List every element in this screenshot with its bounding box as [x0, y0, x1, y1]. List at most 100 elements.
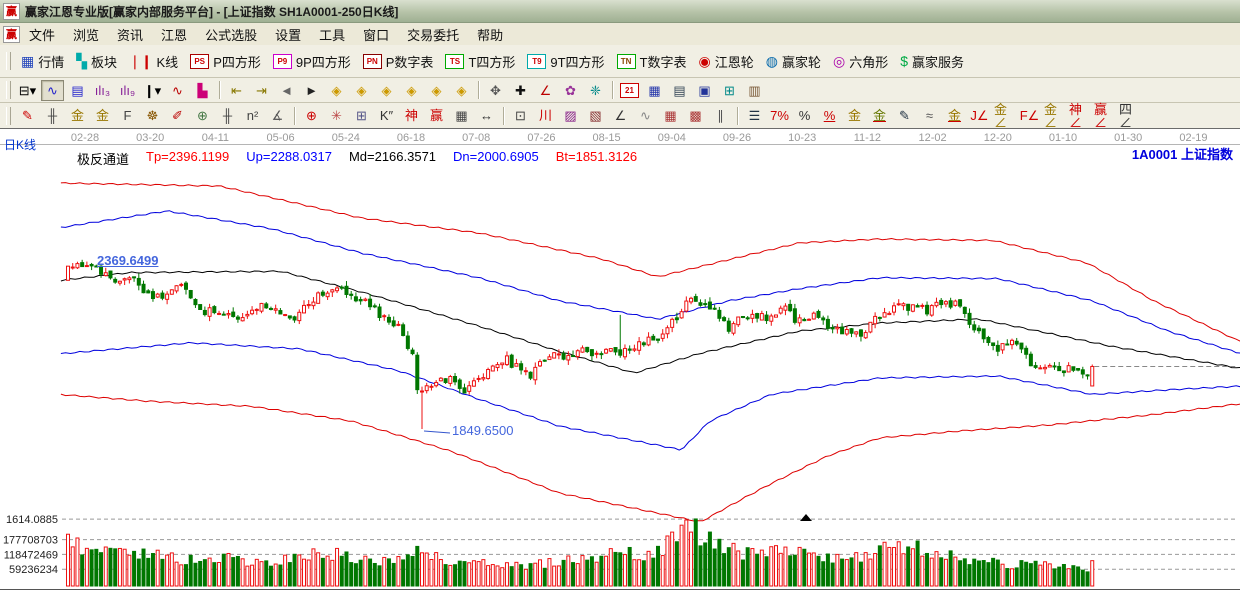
page-back-icon[interactable]: ◄ — [275, 80, 298, 101]
shen-grid-icon[interactable]: 神 — [400, 105, 423, 126]
title-bar[interactable]: 赢 赢家江恩专业版[赢家内部服务平台] - [上证指数 SH1A0001-250… — [0, 0, 1240, 23]
menu-news[interactable]: 资讯 — [108, 26, 152, 45]
grid-ruler-icon[interactable]: ╫ — [41, 105, 64, 126]
grid-123-icon[interactable]: ▦ — [450, 105, 473, 126]
toolbar-quotes[interactable]: ▦ 行情 — [15, 49, 70, 74]
memo-note-icon[interactable]: ▤ — [66, 80, 89, 101]
zigzag-box-icon[interactable]: ∿ — [166, 80, 189, 101]
menu-browse[interactable]: 浏览 — [64, 26, 108, 45]
toolbar-gann-wheel[interactable]: ◉ 江恩轮 — [693, 49, 760, 74]
percent-icon[interactable]: % — [793, 105, 816, 126]
menu-trade-order[interactable]: 交易委托 — [398, 26, 468, 45]
save-icon[interactable]: ▣ — [693, 80, 716, 101]
diamond-expand-h-icon[interactable]: ◈ — [375, 80, 398, 101]
gold-underline-icon[interactable]: 金 — [943, 105, 966, 126]
workstation-icon[interactable]: ▥ — [743, 80, 766, 101]
gold-angle-icon[interactable]: 金∠ — [993, 103, 1016, 129]
gold-gate2-icon[interactable]: 金 — [91, 105, 114, 126]
percent-line-icon[interactable]: % — [818, 105, 841, 126]
menu-window[interactable]: 窗口 — [354, 26, 398, 45]
fan-box-icon[interactable]: ▨ — [559, 105, 582, 126]
pen-chart-icon[interactable]: ✐ — [166, 105, 189, 126]
menu-file[interactable]: 文件 — [20, 26, 64, 45]
toolbar-t-table[interactable]: TN T数字表 — [611, 49, 693, 74]
toolbar-winner-service[interactable]: $ 赢家服务 — [894, 49, 970, 74]
trend-angle-icon[interactable]: ∠ — [609, 105, 632, 126]
menu-formula-picker[interactable]: 公式选股 — [196, 26, 266, 45]
grid-net-icon[interactable]: ▦ — [659, 105, 682, 126]
fan-lines-icon[interactable]: 川 — [534, 105, 557, 126]
sphere-gann-icon[interactable]: ❈ — [584, 80, 607, 101]
span-arrow-icon[interactable]: ↔ — [475, 105, 498, 126]
gold2-angle-icon[interactable]: 金∠ — [1043, 103, 1066, 129]
f-angle-icon[interactable]: F∠ — [1018, 105, 1041, 126]
kline-chart-canvas[interactable]: 02-28 03-20 04-11 05-06 05-24 06-18 07-08 07-26… — [0, 129, 1240, 590]
gann-circle-icon[interactable]: ⊕ — [191, 105, 214, 126]
calculator-icon[interactable]: ▦ — [643, 80, 666, 101]
depth-bars-icon[interactable]: ☰ — [743, 105, 766, 126]
chart-region[interactable]: 02-28 03-20 04-11 05-06 05-24 06-18 07-08 07-26… — [0, 128, 1240, 590]
win-angle-icon[interactable]: 赢∠ — [1093, 103, 1116, 129]
four-angle-icon[interactable]: 四∠ — [1118, 103, 1141, 129]
win-grid-icon[interactable]: 赢 — [425, 105, 448, 126]
wave-amplitude-icon[interactable]: ≈ — [918, 105, 941, 126]
gold-gate-icon[interactable]: 金 — [66, 105, 89, 126]
candle-dropdown-icon[interactable]: ❙▾ — [141, 80, 164, 101]
jump-last-icon[interactable]: ⇥ — [250, 80, 273, 101]
j-angle-icon[interactable]: J∠ — [968, 105, 991, 126]
jump-first-icon[interactable]: ⇤ — [225, 80, 248, 101]
gate-frame-icon[interactable]: ⊡ — [509, 105, 532, 126]
percent-slash-icon[interactable]: 7% — [768, 105, 791, 126]
parallel-lines-icon[interactable]: ∥ — [709, 105, 732, 126]
pan-hand-icon[interactable]: ✥ — [484, 80, 507, 101]
diamond-expand-all-icon[interactable]: ◈ — [450, 80, 473, 101]
mdi-child-icon[interactable]: 赢 — [3, 25, 20, 43]
report-icon[interactable]: ▤ — [668, 80, 691, 101]
menu-settings[interactable]: 设置 — [266, 26, 310, 45]
diamond-right-icon[interactable]: ◈ — [350, 80, 373, 101]
toolbar-winner-wheel[interactable]: ◍ 赢家轮 — [760, 49, 827, 74]
nine-bars-icon[interactable]: ılı₉ — [116, 80, 139, 101]
gold-line-icon[interactable]: 金 — [868, 105, 891, 126]
volume-profile-icon[interactable]: ▙ — [191, 80, 214, 101]
flower-gann-icon[interactable]: ✿ — [559, 80, 582, 101]
menu-help[interactable]: 帮助 — [468, 26, 512, 45]
spiral-icon[interactable]: ☸ — [141, 105, 164, 126]
wave-valley-icon[interactable]: ∿ — [634, 105, 657, 126]
diamond-plus-icon[interactable]: ◈ — [425, 80, 448, 101]
diamond-left-icon[interactable]: ◈ — [325, 80, 348, 101]
menu-tools[interactable]: 工具 — [310, 26, 354, 45]
web-grid-icon[interactable]: ⊞ — [350, 105, 373, 126]
diamond-star-icon[interactable]: ◈ — [400, 80, 423, 101]
network-icon[interactable]: ⊞ — [718, 80, 741, 101]
pen-bars-icon[interactable]: ✎ — [893, 105, 916, 126]
calendar-icon[interactable]: 21 — [618, 80, 641, 101]
toolbar-9t-square[interactable]: T9 9T四方形 — [521, 49, 610, 74]
toolbar-p-table[interactable]: PN P数字表 — [357, 49, 440, 74]
brush-icon[interactable]: ✎ — [16, 105, 39, 126]
grid-net2-icon[interactable]: ▩ — [684, 105, 707, 126]
fibonacci-ruler-icon[interactable]: F — [116, 105, 139, 126]
star-wheel-icon[interactable]: ✳ — [325, 105, 348, 126]
kline-period-dropdown-icon[interactable]: ⊟▾ — [16, 80, 39, 101]
toolbar-9p-square[interactable]: P9 9P四方形 — [267, 49, 357, 74]
fan-square-icon[interactable]: ▧ — [584, 105, 607, 126]
circle-cross-icon[interactable]: ⊕ — [300, 105, 323, 126]
toolbar-hexagon[interactable]: ◎ 六角形 — [827, 49, 894, 74]
toolbar-sectors[interactable]: ▚ 板块 — [70, 49, 123, 74]
zigzag-channel-icon[interactable]: ∿ — [41, 79, 64, 101]
three-bars-icon[interactable]: ılı₃ — [91, 80, 114, 101]
gold-circle-icon[interactable]: 金 — [843, 105, 866, 126]
n-square-icon[interactable]: n² — [241, 105, 264, 126]
crosshair-icon[interactable]: ✚ — [509, 80, 532, 101]
k-quote-icon[interactable]: K″ — [375, 105, 398, 126]
toolbar-t-square[interactable]: TS T四方形 — [439, 49, 521, 74]
shen-angle-icon[interactable]: 神∠ — [1068, 103, 1091, 129]
page-forward-icon[interactable]: ► — [300, 80, 323, 101]
time-ruler-icon[interactable]: ╫ — [216, 105, 239, 126]
toolbar-p-square[interactable]: PS P四方形 — [184, 49, 267, 74]
toolbar-kline[interactable]: ❘❙ K线 — [123, 49, 184, 74]
menu-gann[interactable]: 江恩 — [152, 26, 196, 45]
angle-measure-icon[interactable]: ∠ — [534, 80, 557, 101]
angle-fan-icon[interactable]: ∡ — [266, 105, 289, 126]
